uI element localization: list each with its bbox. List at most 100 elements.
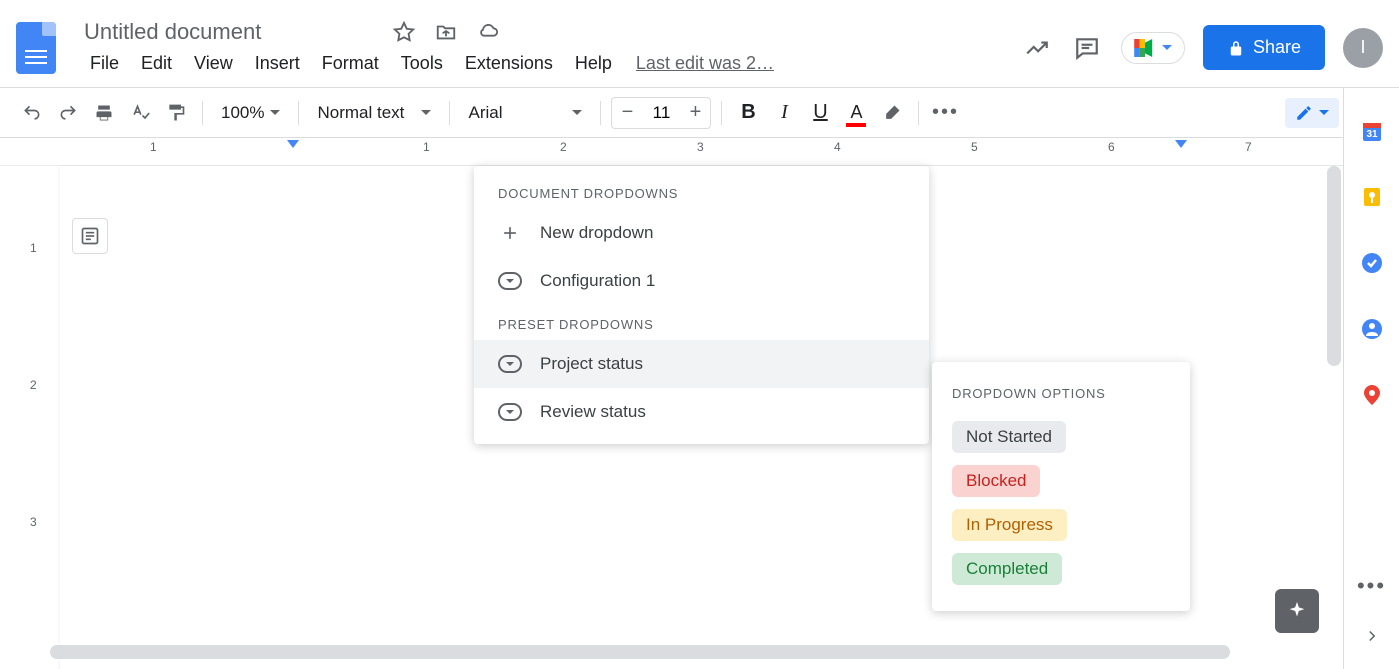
separator [202, 101, 203, 125]
text-color-indicator [846, 123, 866, 127]
keep-icon[interactable] [1359, 184, 1385, 210]
document-title-input[interactable] [80, 17, 376, 47]
meet-icon [1134, 39, 1156, 57]
font-size-input[interactable] [642, 98, 680, 128]
separator [918, 101, 919, 125]
menu-extensions[interactable]: Extensions [455, 49, 563, 78]
editing-mode-button[interactable] [1285, 98, 1339, 128]
ruler-mark: 1 [423, 140, 430, 154]
italic-button[interactable]: I [768, 97, 800, 129]
horizontal-ruler-area: 1 1 2 3 4 5 6 7 [0, 138, 1399, 166]
lock-icon [1227, 39, 1245, 57]
toolbar: 100% Normal text Arial − + B I U A ••• [0, 88, 1399, 138]
font-size-control: − + [611, 97, 711, 129]
header: File Edit View Insert Format Tools Exten… [0, 0, 1399, 88]
move-to-folder-icon[interactable] [432, 18, 460, 46]
redo-button[interactable] [52, 97, 84, 129]
collapse-side-panel-icon[interactable] [1359, 623, 1385, 649]
dropdown-chip-icon [498, 269, 522, 293]
explore-button[interactable] [1275, 589, 1319, 633]
paragraph-style-dropdown[interactable]: Normal text [309, 99, 439, 127]
paragraph-style-value: Normal text [317, 103, 404, 123]
account-avatar[interactable]: I [1343, 28, 1383, 68]
font-family-value: Arial [468, 103, 502, 123]
print-button[interactable] [88, 97, 120, 129]
ruler-mark: 6 [1108, 140, 1115, 154]
right-indent-marker[interactable] [1175, 140, 1187, 148]
side-panel: 31 ••• [1343, 88, 1399, 669]
vertical-scrollbar[interactable] [1327, 166, 1341, 366]
dropdown-chip-icon [498, 400, 522, 424]
addons-icon[interactable]: ••• [1359, 573, 1385, 599]
highlight-color-button[interactable] [876, 97, 908, 129]
font-size-increase-button[interactable]: + [680, 98, 710, 128]
zoom-dropdown[interactable]: 100% [213, 99, 288, 127]
maps-icon[interactable] [1359, 382, 1385, 408]
contacts-icon[interactable] [1359, 316, 1385, 342]
menu-item-project-status[interactable]: Project status [474, 340, 929, 388]
font-size-decrease-button[interactable]: − [612, 98, 642, 128]
ruler-mark: 2 [30, 378, 37, 392]
dropdown-chip-icon [498, 352, 522, 376]
menu-item-label: New dropdown [540, 223, 653, 243]
ruler-mark: 3 [30, 515, 37, 529]
horizontal-ruler[interactable]: 1 1 2 3 4 5 6 7 [50, 138, 1399, 165]
pencil-icon [1295, 104, 1313, 122]
ruler-mark: 1 [150, 140, 157, 154]
menu-file[interactable]: File [80, 49, 129, 78]
comment-history-icon[interactable] [1071, 32, 1103, 64]
spellcheck-button[interactable] [124, 97, 156, 129]
font-family-dropdown[interactable]: Arial [460, 99, 590, 127]
dropdown-insert-menu: DOCUMENT DROPDOWNS New dropdown Configur… [474, 166, 929, 444]
menu-item-configuration-1[interactable]: Configuration 1 [474, 257, 929, 305]
bold-button[interactable]: B [732, 97, 764, 129]
tasks-icon[interactable] [1359, 250, 1385, 276]
menu-tools[interactable]: Tools [391, 49, 453, 78]
left-indent-marker[interactable] [287, 140, 299, 148]
svg-text:31: 31 [1366, 129, 1378, 140]
undo-button[interactable] [16, 97, 48, 129]
separator [298, 101, 299, 125]
option-completed[interactable]: Completed [952, 553, 1062, 585]
menu-help[interactable]: Help [565, 49, 622, 78]
text-color-button[interactable]: A [840, 97, 872, 129]
separator [600, 101, 601, 125]
share-button[interactable]: Share [1203, 25, 1325, 70]
menu-item-new-dropdown[interactable]: New dropdown [474, 209, 929, 257]
zoom-value: 100% [221, 103, 264, 123]
option-in-progress[interactable]: In Progress [952, 509, 1067, 541]
underline-button[interactable]: U [804, 97, 836, 129]
star-icon[interactable] [390, 18, 418, 46]
option-not-started[interactable]: Not Started [952, 421, 1066, 453]
separator [449, 101, 450, 125]
activity-icon[interactable] [1021, 32, 1053, 64]
calendar-icon[interactable]: 31 [1359, 118, 1385, 144]
menu-item-label: Project status [540, 354, 643, 374]
document-outline-button[interactable] [72, 218, 108, 254]
horizontal-scrollbar[interactable] [50, 645, 1230, 659]
paint-format-button[interactable] [160, 97, 192, 129]
last-edit-link[interactable]: Last edit was 2… [636, 53, 774, 74]
meet-button[interactable] [1121, 32, 1185, 64]
menu-format[interactable]: Format [312, 49, 389, 78]
ruler-mark: 5 [971, 140, 978, 154]
ruler-mark: 1 [30, 241, 37, 255]
chevron-down-icon [421, 110, 431, 115]
vertical-ruler[interactable]: 1 2 3 [0, 166, 50, 669]
section-title-preset-dropdowns: PRESET DROPDOWNS [474, 305, 929, 340]
menu-edit[interactable]: Edit [131, 49, 182, 78]
docs-logo-icon[interactable] [16, 22, 56, 74]
sparkle-icon [1286, 600, 1308, 622]
ruler-mark: 3 [697, 140, 704, 154]
cloud-status-icon[interactable] [474, 18, 502, 46]
options-title: DROPDOWN OPTIONS [932, 378, 1190, 415]
ruler-mark: 4 [834, 140, 841, 154]
chevron-down-icon [1319, 110, 1329, 115]
more-options-button[interactable]: ••• [929, 97, 961, 129]
menu-view[interactable]: View [184, 49, 243, 78]
title-row [80, 17, 1021, 47]
option-blocked[interactable]: Blocked [952, 465, 1040, 497]
menu-item-review-status[interactable]: Review status [474, 388, 929, 436]
dropdown-options-submenu: DROPDOWN OPTIONS Not Started Blocked In … [932, 362, 1190, 611]
menu-insert[interactable]: Insert [245, 49, 310, 78]
